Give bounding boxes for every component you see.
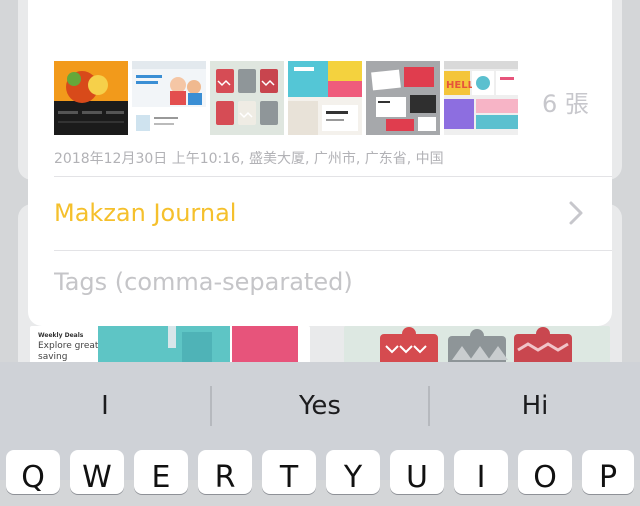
key-t[interactable]: T <box>262 450 316 495</box>
tags-input[interactable] <box>54 262 594 302</box>
key-r[interactable]: R <box>198 450 252 495</box>
chevron-right-icon <box>569 201 583 225</box>
photo-thumbnail[interactable] <box>288 61 362 135</box>
suggestion-1[interactable]: I <box>0 380 210 432</box>
journal-selector[interactable]: Makzan Journal <box>28 176 612 250</box>
background-preview-pink-panel <box>232 326 298 366</box>
background-preview-teal-panel <box>98 326 230 366</box>
journal-entry-sheet: HELLO 6 張 2018年12月30日 上午10:16, 盛美大厦, 广州市… <box>28 0 612 326</box>
background-preview-tags-graphic <box>380 327 572 366</box>
key-y[interactable]: Y <box>326 450 380 495</box>
key-e[interactable]: E <box>134 450 188 495</box>
key-w[interactable]: W <box>70 450 124 495</box>
keyboard-top-row: Q W E R T Y U I O P <box>4 450 640 495</box>
predictive-text-bar: I Yes Hi <box>0 362 640 450</box>
photo-count-label: 6 張 <box>542 90 589 118</box>
background-preview-right <box>344 326 610 366</box>
key-p[interactable]: P <box>582 450 634 495</box>
key-u[interactable]: U <box>390 450 444 495</box>
photo-thumbnail[interactable] <box>54 61 128 135</box>
suggestion-3[interactable]: Hi <box>430 380 640 432</box>
photo-strip[interactable]: HELLO <box>54 61 518 135</box>
divider <box>54 250 612 251</box>
entry-date-location: 2018年12月30日 上午10:16, 盛美大厦, 广州市, 广东省, 中国 <box>54 151 444 167</box>
photo-thumbnail[interactable] <box>132 61 206 135</box>
photo-thumbnail[interactable] <box>366 61 440 135</box>
background-preview-graphic <box>168 326 212 366</box>
key-i[interactable]: I <box>454 450 508 495</box>
photo-thumbnail[interactable]: HELLO <box>444 61 518 135</box>
key-q[interactable]: Q <box>6 450 60 495</box>
onscreen-keyboard: I Yes Hi Q W E R T Y U I O P <box>0 362 640 495</box>
key-o[interactable]: O <box>518 450 572 495</box>
background-preview-left: Weekly Deals Explore great saving <box>30 326 310 366</box>
journal-name: Makzan Journal <box>54 199 237 227</box>
suggestion-2[interactable]: Yes <box>212 380 428 432</box>
photo-thumbnail[interactable] <box>210 61 284 135</box>
